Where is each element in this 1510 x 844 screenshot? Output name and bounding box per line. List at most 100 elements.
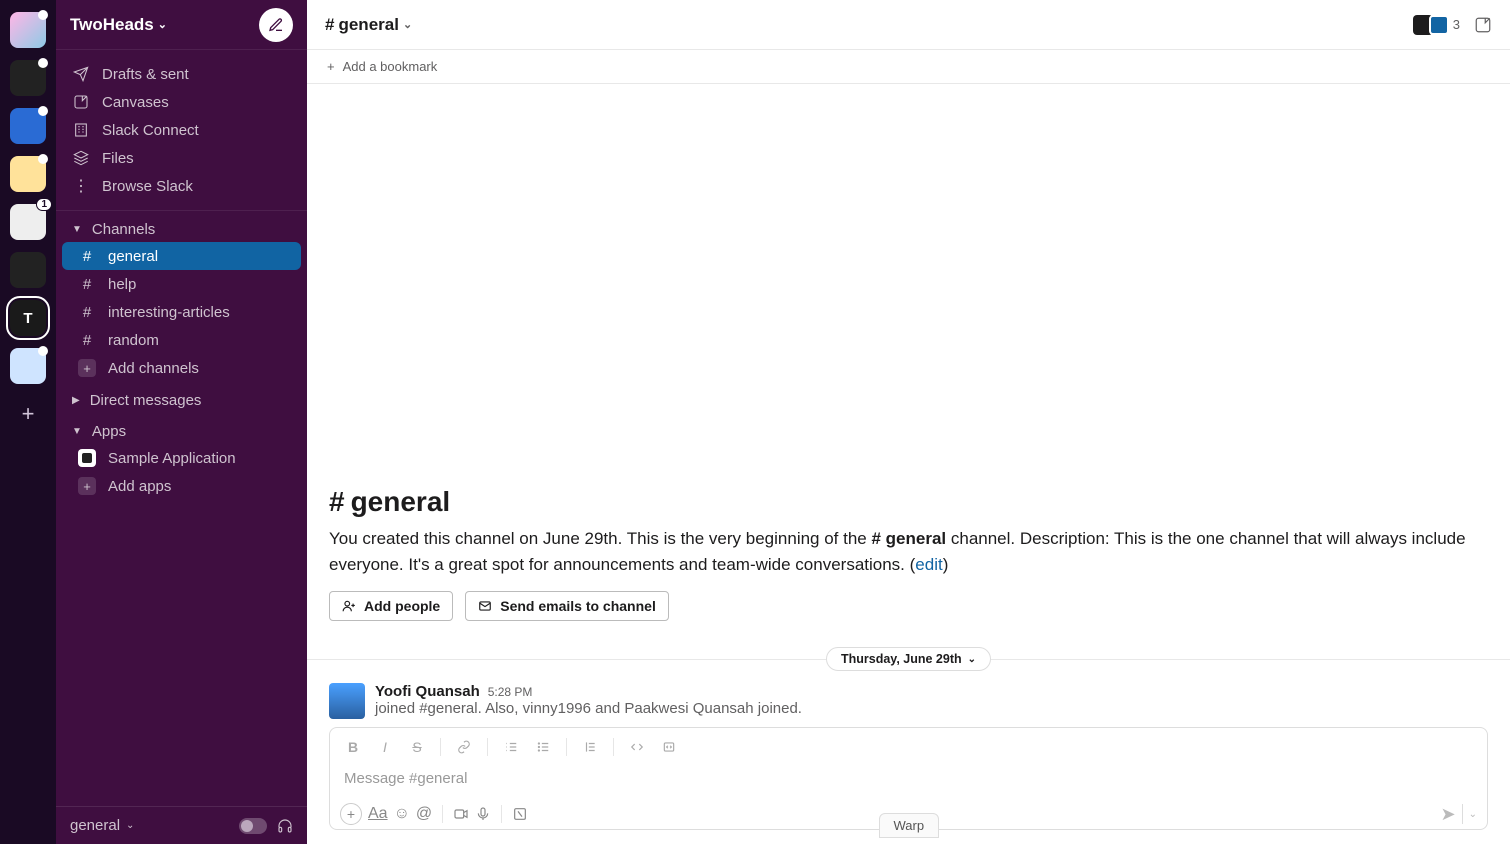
nav-label: Browse Slack [102,178,193,195]
code-button[interactable] [624,734,650,760]
canvas-icon [72,94,90,110]
send-button[interactable]: ➤ ⌄ [1441,804,1477,825]
chevron-down-icon: ⌄ [126,820,134,831]
mail-icon [478,599,492,613]
compose-button[interactable] [259,8,293,42]
formatting-toolbar: B I S [330,728,1487,766]
member-count-label: 3 [1453,17,1460,32]
italic-button[interactable]: I [372,734,398,760]
attach-button[interactable]: + [340,803,362,825]
workspace-switch-item[interactable]: 1 [10,204,46,240]
send-icon: ➤ [1441,804,1456,825]
emoji-button[interactable]: ☺ [394,805,410,823]
message-author[interactable]: Yoofi Quansah [375,683,480,700]
nav-drafts[interactable]: Drafts & sent [56,60,307,88]
warp-indicator[interactable]: Warp [879,813,940,838]
add-apps-button[interactable]: + Add apps [62,472,301,500]
nav-browse-slack[interactable]: ⋮ Browse Slack [56,172,307,200]
workspace-switch-item[interactable] [10,108,46,144]
add-channels-label: Add channels [108,360,199,377]
message-time: 5:28 PM [488,685,533,699]
headphones-icon[interactable] [277,818,293,834]
channel-title-button[interactable]: # general ⌄ [325,15,412,35]
nav-files[interactable]: Files [56,144,307,172]
footer-channel-label: general [70,817,120,834]
plus-icon: + [78,359,96,377]
add-channels-button[interactable]: + Add channels [62,354,301,382]
welcome-description: You created this channel on June 29th. T… [329,526,1488,577]
workspace-switch-item[interactable] [10,60,46,96]
video-button[interactable] [453,806,469,822]
huddle-toggle[interactable] [239,818,267,834]
codeblock-button[interactable] [656,734,682,760]
bullet-list-button[interactable] [530,734,556,760]
add-people-label: Add people [364,598,440,614]
hash-icon: # [78,332,96,349]
channel-item-general[interactable]: # general [62,242,301,270]
edit-description-link[interactable]: edit [915,555,942,574]
channel-name-label: interesting-articles [108,304,230,321]
workspace-letter: T [23,310,32,327]
add-bookmark-label: Add a bookmark [343,59,438,74]
channel-name-label: random [108,332,159,349]
workspace-switch-item-current[interactable]: T [10,300,46,336]
nav-label: Drafts & sent [102,66,189,83]
footer-channel-button[interactable]: general ⌄ [70,817,134,834]
add-people-button[interactable]: Add people [329,591,453,621]
bold-button[interactable]: B [340,734,366,760]
chevron-down-icon: ⌄ [968,654,976,665]
app-item-sample-application[interactable]: Sample Application [62,444,301,472]
audio-button[interactable] [475,806,491,822]
message-scroll-area[interactable]: # general You created this channel on Ju… [307,84,1510,844]
members-button[interactable]: 3 [1413,15,1460,35]
plus-icon: + [340,803,362,825]
workspace-switch-item[interactable] [10,156,46,192]
add-bookmark-button[interactable]: + Add a bookmark [327,59,437,74]
sidebar-footer: general ⌄ [56,806,307,844]
strike-button[interactable]: S [404,734,430,760]
caret-right-icon: ▶ [72,395,80,406]
sidebar: TwoHeads ⌄ Drafts & sent Canvases Slack … [56,0,307,844]
send-emails-button[interactable]: Send emails to channel [465,591,669,621]
channel-item-random[interactable]: # random [62,326,301,354]
ordered-list-button[interactable] [498,734,524,760]
sidebar-quick-nav: Drafts & sent Canvases Slack Connect Fil… [56,50,307,211]
hash-icon: # [78,248,96,265]
date-divider: Thursday, June 29th ⌄ [307,647,1510,671]
nav-label: Canvases [102,94,169,111]
plus-icon: + [327,59,335,74]
dm-section-header[interactable]: ▶ Direct messages [56,382,307,413]
canvas-header-icon[interactable] [1474,16,1492,34]
formatting-toggle-button[interactable]: Aa [368,805,388,823]
nav-slack-connect[interactable]: Slack Connect [56,116,307,144]
workspace-switch-item[interactable] [10,348,46,384]
welcome-actions: Add people Send emails to channel [329,591,1488,621]
hash-icon: # [78,276,96,293]
link-button[interactable] [451,734,477,760]
add-workspace-button[interactable]: + [10,396,46,432]
message-input[interactable] [330,766,1487,795]
layers-icon [72,150,90,166]
avatar[interactable] [329,683,365,719]
apps-section-header[interactable]: ▼ Apps [56,413,307,444]
sidebar-header: TwoHeads ⌄ [56,0,307,50]
nav-canvases[interactable]: Canvases [56,88,307,116]
blockquote-button[interactable] [577,734,603,760]
shortcuts-button[interactable] [512,806,528,822]
main-area: # general ⌄ 3 + Add a bookmark [307,0,1510,844]
channel-header: # general ⌄ 3 [307,0,1510,50]
workspace-name-label: TwoHeads [70,15,154,35]
channel-welcome: # general You created this channel on Ju… [307,486,1510,639]
bookmark-bar: + Add a bookmark [307,50,1510,84]
date-pill-button[interactable]: Thursday, June 29th ⌄ [826,647,991,671]
workspace-switch-item[interactable] [10,12,46,48]
workspace-name-button[interactable]: TwoHeads ⌄ [70,15,167,35]
warp-label: Warp [894,818,925,833]
mention-button[interactable]: @ [416,805,432,823]
channel-item-help[interactable]: # help [62,270,301,298]
hash-icon: # [78,304,96,321]
channel-item-interesting-articles[interactable]: # interesting-articles [62,298,301,326]
workspace-switch-item[interactable] [10,252,46,288]
channels-section-header[interactable]: ▼ Channels [56,211,307,242]
welcome-heading: # general [329,486,1488,518]
